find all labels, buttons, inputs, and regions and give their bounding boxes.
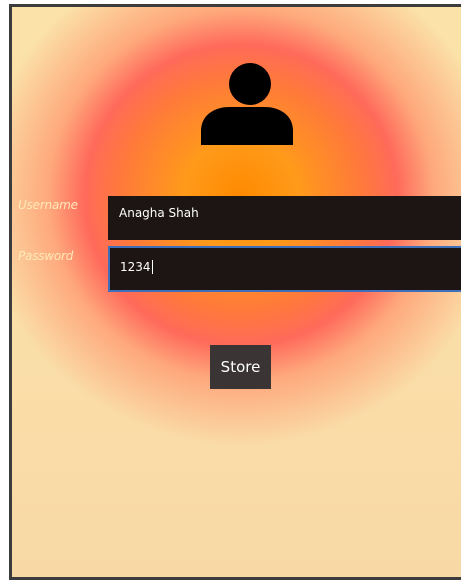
- text-caret: [151, 260, 153, 274]
- password-input[interactable]: 1234: [108, 246, 461, 292]
- username-value: Anagha Shah: [119, 206, 199, 220]
- username-input[interactable]: Anagha Shah: [108, 196, 461, 240]
- password-label: Password: [18, 249, 74, 263]
- app-window: Username Anagha Shah Password 1234 Store: [9, 4, 461, 580]
- password-value: 1234: [120, 260, 151, 274]
- username-label: Username: [18, 198, 78, 212]
- store-button[interactable]: Store: [210, 345, 271, 389]
- user-avatar-icon: [195, 62, 295, 150]
